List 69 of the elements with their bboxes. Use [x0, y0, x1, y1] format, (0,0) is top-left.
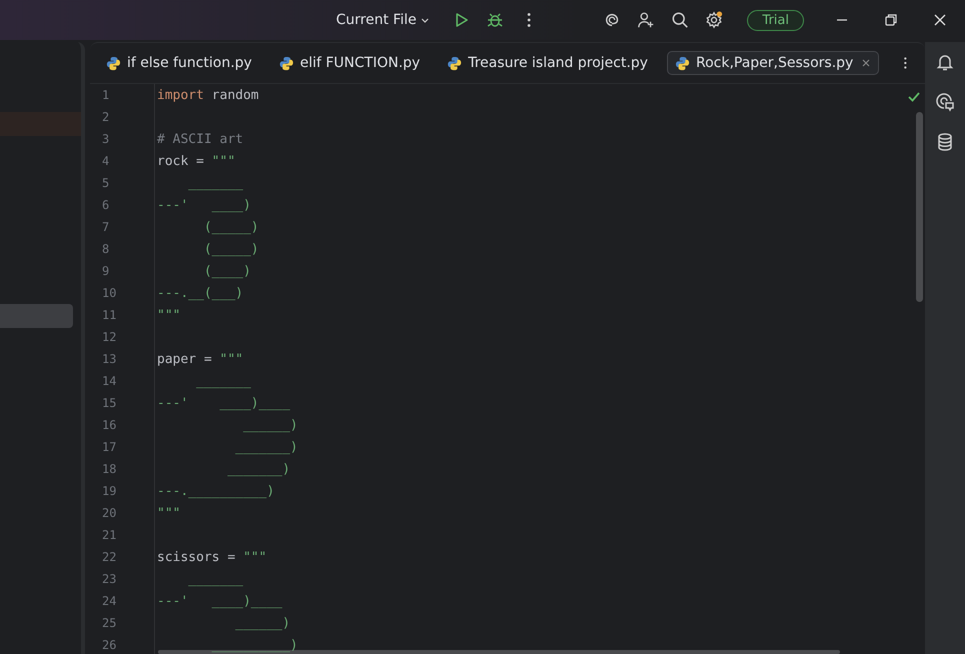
line-number: 21 — [101, 527, 118, 544]
code-line: paper = """ — [157, 351, 244, 369]
code-line: """ — [157, 307, 180, 325]
code-line: ______) — [234, 615, 290, 633]
code-line: ---' ____) — [157, 197, 251, 215]
line-number: 22 — [101, 549, 118, 566]
code-line: _______) — [234, 439, 298, 457]
trial-badge[interactable]: Trial — [747, 10, 804, 30]
horizontal-scrollbar[interactable] — [158, 650, 840, 654]
close-icon[interactable] — [932, 12, 948, 28]
line-number: 6 — [101, 197, 110, 214]
line-number: 11 — [101, 307, 118, 324]
restore-icon[interactable] — [883, 12, 899, 28]
line-number: 18 — [101, 461, 118, 478]
code-line: _______) — [226, 461, 290, 479]
code-line: ---' ____)____ — [157, 593, 282, 611]
code-line: (_____) — [202, 241, 259, 259]
code-line: _______ — [187, 571, 244, 589]
file-tab[interactable]: Rock,Paper,Sessors.py — [666, 51, 880, 75]
chat-icon[interactable] — [935, 92, 955, 112]
file-tab[interactable]: elif FUNCTION.py — [270, 51, 428, 75]
code-line: rock = """ — [157, 153, 236, 171]
line-number: 12 — [101, 329, 118, 346]
code-line: ---' ____)____ — [157, 395, 290, 413]
line-number: 26 — [101, 637, 118, 654]
python-file-icon — [674, 56, 690, 70]
run-configuration-dropdown[interactable]: Current File — [330, 12, 436, 28]
settings-icon[interactable] — [705, 11, 724, 29]
line-number: 8 — [101, 241, 110, 258]
code-line: ---.__________) — [157, 483, 274, 501]
line-number: 4 — [101, 153, 110, 170]
code-line: ---.__(___) — [157, 285, 244, 303]
line-number: 20 — [101, 505, 118, 522]
line-number: 5 — [101, 175, 110, 192]
code-line: (____) — [202, 263, 251, 281]
code-line: import random — [157, 87, 259, 105]
line-number: 25 — [101, 615, 118, 632]
code-line: _______ — [195, 373, 251, 391]
check-icon — [907, 90, 921, 104]
line-number: 23 — [101, 571, 118, 588]
python-file-icon — [278, 56, 294, 70]
file-tab[interactable]: if else function.py — [98, 51, 260, 75]
add-user-icon[interactable] — [637, 11, 656, 29]
bug-icon[interactable] — [486, 11, 504, 29]
code-line: """ — [157, 505, 180, 523]
vertical-scrollbar[interactable] — [916, 112, 923, 302]
line-number: 17 — [101, 439, 118, 456]
code-line: (_____) — [202, 219, 259, 237]
code-line: __________) — [210, 637, 298, 654]
code-line: ______) — [242, 417, 298, 435]
code-line: scissors = """ — [157, 549, 267, 567]
line-number: 7 — [101, 219, 110, 236]
line-number: 14 — [101, 373, 118, 390]
search-icon[interactable] — [671, 11, 690, 29]
line-number: 19 — [101, 483, 118, 500]
line-number: 2 — [101, 109, 110, 126]
python-file-icon — [447, 56, 462, 70]
line-number: 10 — [101, 285, 118, 302]
line-number: 16 — [101, 417, 118, 434]
line-number: 3 — [101, 131, 110, 148]
line-number: 24 — [101, 593, 118, 610]
line-number: 15 — [101, 395, 118, 412]
python-file-icon — [106, 56, 121, 70]
line-number: 1 — [101, 87, 110, 104]
line-number: 9 — [101, 263, 110, 280]
file-tab[interactable]: Treasure island project.py — [439, 51, 656, 75]
code-line: _______ — [187, 175, 244, 193]
line-number: 13 — [101, 351, 118, 368]
code-line: # ASCII art — [157, 131, 244, 149]
